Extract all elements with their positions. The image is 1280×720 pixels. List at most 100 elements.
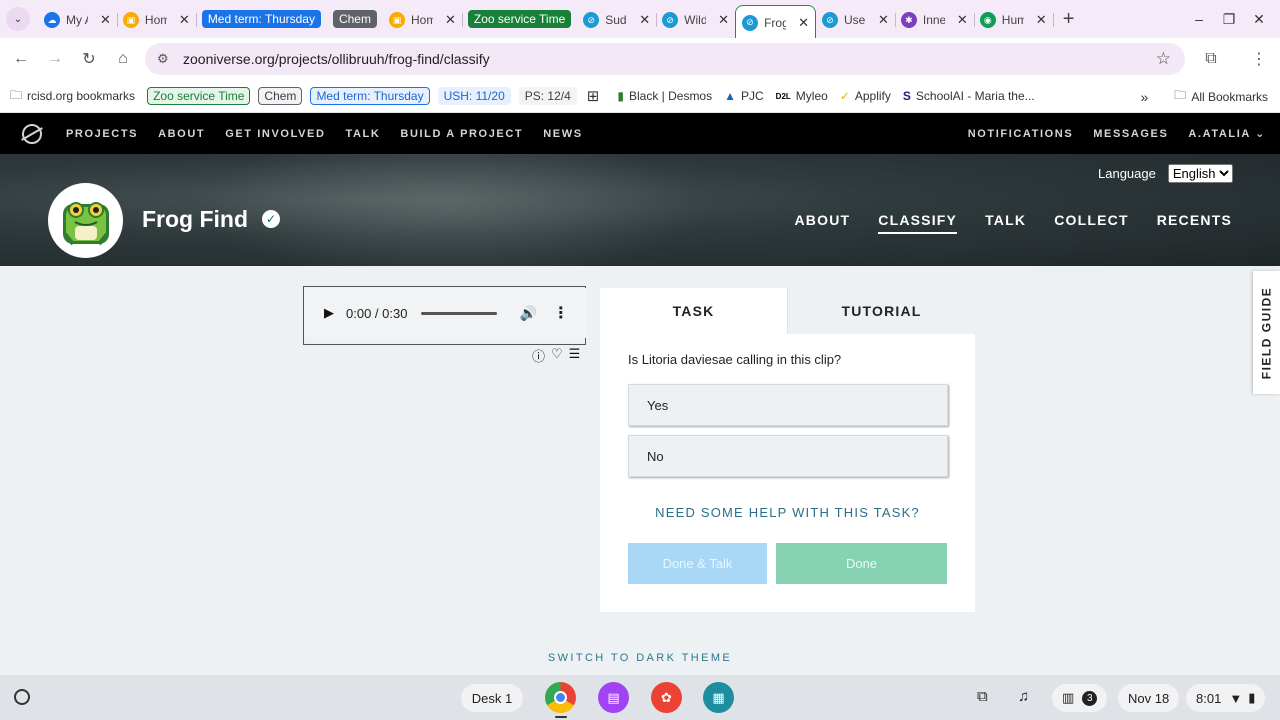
project-nav-talk[interactable]: TALK [985, 212, 1026, 234]
bookmark-link[interactable]: S SchoolAI - Maria the... [903, 89, 1035, 103]
docs-app-icon[interactable]: ▦ [703, 682, 734, 713]
all-bookmarks-button[interactable]: 🗀 All Bookmarks [1174, 86, 1268, 107]
project-nav-recents[interactable]: RECENTS [1157, 212, 1232, 234]
media-controls-icon[interactable]: ♫ [1018, 688, 1029, 705]
tab-close-icon[interactable]: ✕ [639, 12, 650, 28]
site-info-icon[interactable]: ⚙ [157, 51, 175, 67]
browser-tab[interactable]: ◉ Hum ✕ [974, 5, 1054, 35]
bookmark-link[interactable]: ✓ Applify [840, 89, 891, 103]
audio-player: ▶ 0:00 / 0:30 🔊 ⋮ [305, 288, 586, 338]
language-select[interactable]: English [1167, 164, 1233, 183]
tab-close-icon[interactable]: ✕ [179, 12, 190, 28]
tab-search-button[interactable]: ⌄ [6, 7, 30, 31]
bookmark-label: rcisd.org bookmarks [27, 89, 136, 103]
project-header: Language English Frog Find ✓ ABOUT CLASSI… [0, 154, 1280, 266]
list-icon[interactable]: ☰ [569, 346, 581, 365]
field-guide-tab[interactable]: FIELD GUIDE [1253, 271, 1280, 394]
window-controls: – ❐ ✕ [1184, 0, 1280, 38]
tab-group-chip[interactable]: Zoo service Time [467, 10, 572, 28]
audio-progress-slider[interactable] [421, 311, 498, 315]
tab-close-icon[interactable]: ✕ [445, 12, 456, 28]
zoo-nav-link[interactable]: NEWS [543, 128, 582, 140]
close-window-icon[interactable]: ✕ [1244, 11, 1274, 28]
answer-yes-button[interactable]: Yes [628, 384, 948, 426]
bookmark-link[interactable]: ▮ Black | Desmos [617, 89, 712, 103]
notifications-link[interactable]: NOTIFICATIONS [968, 128, 1074, 140]
bookmark-link[interactable]: D2L Myleo [776, 89, 828, 103]
tab-group-chip[interactable]: Chem [332, 10, 377, 28]
task-help-link[interactable]: NEED SOME HELP WITH THIS TASK? [600, 505, 975, 520]
browser-menu-button[interactable]: ⋮ [1242, 42, 1276, 76]
zoo-nav-link[interactable]: GET INVOLVED [225, 128, 325, 140]
zoo-nav-link[interactable]: PROJECTS [66, 128, 138, 140]
zooniverse-logo-icon[interactable] [22, 123, 42, 144]
chrome-app-icon[interactable] [545, 682, 576, 713]
classroom-app-icon[interactable]: ▤ [598, 682, 629, 713]
heart-icon[interactable]: ♡ [551, 346, 563, 365]
tab-task[interactable]: TASK [600, 288, 787, 334]
volume-icon[interactable]: 🔊 [519, 305, 536, 322]
tab-close-icon[interactable]: ✕ [100, 12, 111, 28]
minimize-icon[interactable]: – [1184, 11, 1214, 27]
status-pill[interactable]: 8:01 ▼ ▮ [1186, 684, 1266, 712]
audio-more-icon[interactable]: ⋮ [553, 303, 569, 323]
launcher-icon[interactable] [14, 689, 30, 705]
home-button[interactable]: ⌂ [106, 42, 140, 76]
new-tab-button[interactable]: + [1063, 8, 1075, 31]
browser-tab[interactable]: ☁ My A ✕ [38, 5, 118, 35]
notification-pill[interactable]: ▥ 3 [1052, 684, 1108, 712]
bookmark-label: SchoolAI - Maria the... [915, 89, 1035, 103]
bookmark-star-icon[interactable]: ☆ [1156, 49, 1171, 69]
answer-no-button[interactable]: No [628, 435, 948, 477]
address-bar[interactable]: ⚙ zooniverse.org/projects/ollibruuh/frog… [145, 43, 1185, 75]
project-avatar[interactable] [48, 183, 123, 258]
tab-group-chip[interactable]: Med term: Thursday [201, 10, 321, 28]
done-and-talk-button[interactable]: Done & Talk [628, 543, 767, 584]
bookmark-folder-rcisd[interactable]: 🗀 rcisd.org bookmarks [10, 86, 135, 107]
tab-tutorial[interactable]: TUTORIAL [787, 288, 975, 334]
zoo-nav-link[interactable]: BUILD A PROJECT [400, 128, 523, 140]
tab-close-icon[interactable]: ✕ [878, 12, 889, 28]
project-title[interactable]: Frog Find [142, 206, 248, 233]
browser-tab[interactable]: ✱ Inne ✕ [895, 5, 975, 35]
done-button[interactable]: Done [776, 543, 947, 584]
browser-tab[interactable]: ▣ Hom ✕ [383, 5, 463, 35]
project-nav-about[interactable]: ABOUT [794, 212, 850, 234]
info-icon[interactable]: ⓘ [532, 346, 545, 365]
browser-tab[interactable]: ⊘ Wild ✕ [656, 5, 736, 35]
forward-button[interactable]: → [38, 42, 72, 76]
bookmark-group-chip[interactable]: Chem [258, 87, 303, 105]
reload-button[interactable]: ↻ [72, 42, 106, 76]
extensions-button[interactable]: ⧉ [1194, 42, 1228, 76]
tab-close-icon[interactable]: ✕ [718, 12, 729, 28]
messages-link[interactable]: MESSAGES [1093, 128, 1168, 140]
restore-icon[interactable]: ❐ [1214, 11, 1244, 28]
more-bookmarks-icon[interactable]: » [1141, 89, 1149, 105]
zoo-nav-link[interactable]: TALK [346, 128, 381, 140]
tab-close-icon[interactable]: ✕ [1036, 12, 1047, 28]
bookmark-group-chip[interactable]: Zoo service Time [147, 87, 251, 105]
switch-dark-theme-link[interactable]: SWITCH TO DARK THEME [0, 652, 1280, 664]
bookmark-group-chip[interactable]: USH: 11/20 [437, 87, 511, 105]
tab-close-icon[interactable]: ✕ [798, 15, 809, 31]
play-icon[interactable]: ▶ [324, 305, 334, 321]
project-nav-collect[interactable]: COLLECT [1054, 212, 1129, 234]
bookmark-group-chip[interactable]: PS: 12/4 [518, 87, 577, 105]
browser-tab-active[interactable]: ⊘ Frog ✕ [735, 5, 816, 39]
apps-grid-icon[interactable]: ⊞ [587, 87, 600, 105]
browser-tab[interactable]: ⊘ User ✕ [816, 5, 896, 35]
bookmark-group-chip[interactable]: Med term: Thursday [310, 87, 430, 105]
zoo-nav-link[interactable]: ABOUT [158, 128, 205, 140]
bookmark-link[interactable]: ▲ PJC [724, 89, 764, 103]
browser-tab[interactable]: ▣ Hom ✕ [117, 5, 197, 35]
arrow-right-icon: → [47, 50, 63, 67]
date-pill[interactable]: Nov 18 [1118, 684, 1180, 712]
back-button[interactable]: ← [4, 42, 38, 76]
tote-icon[interactable]: ⧉ [977, 688, 988, 705]
browser-tab[interactable]: ⊘ Sud ✕ [577, 5, 658, 35]
project-nav-classify[interactable]: CLASSIFY [878, 212, 958, 234]
user-menu[interactable]: A.ATALIA ⌄ [1188, 127, 1266, 140]
palette-app-icon[interactable]: ✿ [651, 682, 682, 713]
tab-close-icon[interactable]: ✕ [957, 12, 968, 28]
desk-button[interactable]: Desk 1 [461, 684, 523, 712]
